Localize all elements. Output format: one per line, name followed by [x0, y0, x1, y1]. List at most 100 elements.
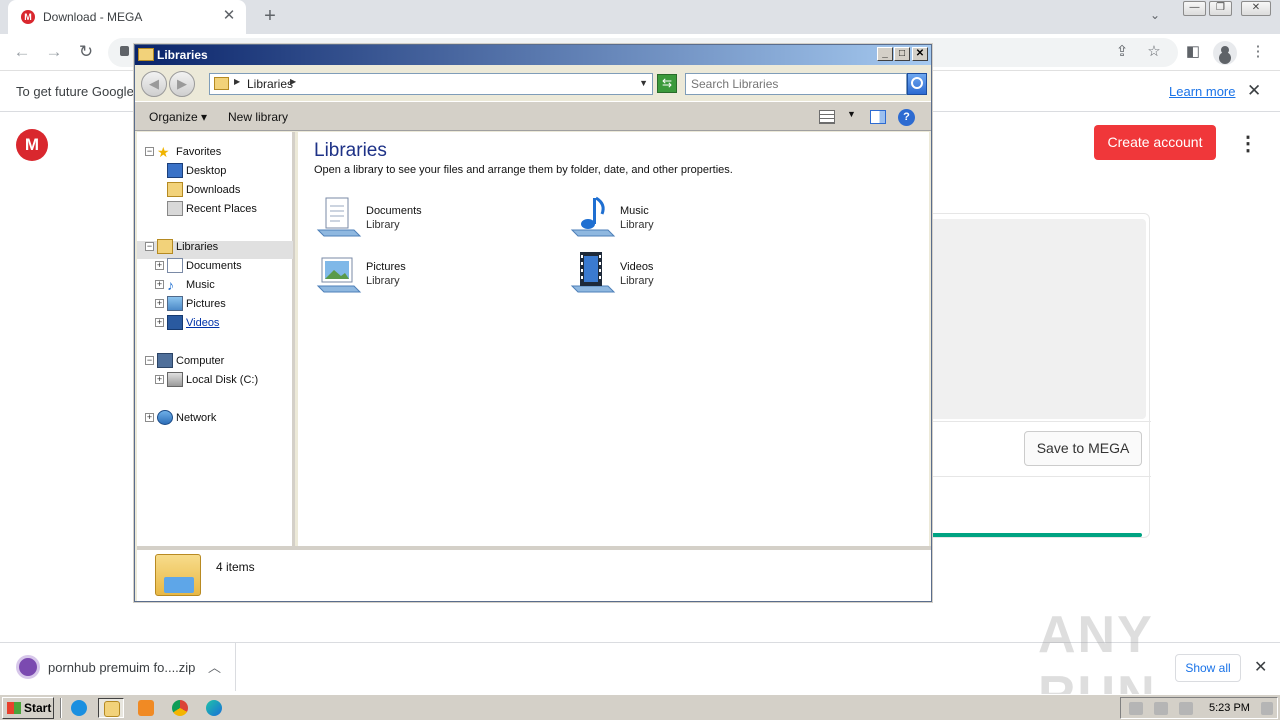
navigation-pane: − ★ Favorites Desktop Downloads Recent P… [137, 132, 295, 546]
download-item[interactable]: pornhub premuim fo....zip ︿ [4, 643, 236, 691]
taskbar-media-player[interactable] [133, 698, 159, 718]
minimize-button[interactable]: — [1183, 1, 1206, 16]
taskbar-ie[interactable] [66, 698, 92, 718]
side-panel-icon[interactable]: ◧ [1183, 42, 1203, 62]
mega-favicon-icon: M [21, 10, 35, 24]
library-documents[interactable]: Documents Library [314, 194, 514, 244]
expand-icon[interactable]: + [145, 413, 154, 422]
more-options-icon[interactable]: ⋮ [1238, 132, 1258, 156]
mega-logo[interactable]: M [16, 129, 48, 161]
system-tray: 5:23 PM [1120, 697, 1278, 719]
chrome-icon [172, 700, 188, 716]
address-value[interactable]: Libraries [247, 77, 293, 91]
address-row: ◀ ▶ ▶ Libraries ▶ ▼ ⇆ [135, 65, 931, 101]
infobar-text: To get future Google [16, 84, 134, 99]
breadcrumb-dropdown-icon[interactable]: ▶ [290, 77, 296, 86]
videos-library-icon [570, 252, 616, 293]
taskbar: Start 5:23 PM [0, 694, 1280, 720]
explorer-title-bar[interactable]: Libraries _ □ ✕ [135, 45, 931, 65]
library-type: Library [366, 275, 400, 287]
divider [901, 421, 1151, 422]
create-account-button[interactable]: Create account [1094, 125, 1216, 160]
recent-places-icon [167, 201, 183, 216]
address-history-dropdown-icon[interactable]: ▼ [639, 78, 648, 88]
breadcrumb-arrow-icon[interactable]: ▶ [234, 77, 240, 86]
profile-avatar-icon[interactable] [1213, 41, 1237, 65]
library-music[interactable]: Music Library [568, 194, 768, 244]
library-type: Library [366, 219, 400, 231]
nav-computer-label: Computer [176, 355, 225, 367]
nav-network-label: Network [176, 412, 217, 424]
reload-icon[interactable]: ↻ [74, 41, 98, 63]
expand-icon[interactable]: + [155, 375, 164, 384]
start-button[interactable]: Start [2, 697, 54, 719]
view-dropdown-icon[interactable]: ▼ [847, 109, 856, 119]
tab-search-chevron-icon[interactable]: ⌄ [1150, 8, 1160, 22]
share-icon[interactable]: ⇪ [1112, 42, 1132, 62]
save-to-mega-button[interactable]: Save to MEGA [1024, 431, 1142, 466]
forward-arrow-icon[interactable]: → [42, 41, 66, 63]
library-pictures[interactable]: Pictures Library [314, 250, 514, 300]
expand-icon[interactable]: + [155, 280, 164, 289]
network-icon [157, 410, 173, 425]
learn-more-link[interactable]: Learn more [1169, 84, 1235, 99]
browser-tab[interactable]: M Download - MEGA ✕ [8, 0, 246, 34]
desktop-icon [167, 163, 183, 178]
search-input[interactable] [686, 74, 906, 94]
organize-menu[interactable]: Organize ▾ [149, 110, 207, 124]
download-progress-bar [920, 533, 1142, 537]
chrome-menu-icon[interactable]: ⋮ [1248, 42, 1268, 62]
volume-icon[interactable] [1129, 702, 1143, 715]
change-view-icon[interactable] [819, 110, 835, 124]
library-videos[interactable]: Videos Library [568, 250, 768, 300]
pictures-library-icon [316, 257, 362, 293]
flag-notification-icon[interactable] [1179, 702, 1193, 715]
restore-button[interactable]: ❐ [1209, 1, 1232, 16]
music-library-icon [570, 196, 616, 237]
collapse-icon[interactable]: − [145, 242, 154, 251]
collapse-icon[interactable]: − [145, 356, 154, 365]
start-label: Start [24, 701, 52, 715]
expand-icon[interactable]: + [155, 318, 164, 327]
preview-pane-icon[interactable] [870, 110, 886, 124]
show-desktop-icon[interactable] [1261, 702, 1273, 715]
library-name: Documents [366, 205, 422, 217]
collapse-icon[interactable]: − [145, 147, 154, 156]
taskbar-chrome[interactable] [167, 698, 193, 718]
explorer-address-bar[interactable]: ▶ Libraries ▶ ▼ [209, 73, 653, 95]
explorer-close-button[interactable]: ✕ [912, 47, 928, 61]
tab-title: Download - MEGA [43, 10, 143, 24]
search-icon[interactable] [907, 73, 927, 95]
item-count: 4 items [216, 560, 255, 574]
help-icon[interactable]: ? [898, 109, 915, 126]
taskbar-explorer[interactable] [98, 698, 124, 718]
downloads-folder-icon [167, 182, 183, 197]
expand-icon[interactable]: + [155, 261, 164, 270]
local-disk-icon [167, 372, 183, 387]
clock[interactable]: 5:23 PM [1209, 702, 1250, 714]
explorer-minimize-button[interactable]: _ [877, 47, 893, 61]
taskbar-edge[interactable] [201, 698, 227, 718]
internet-explorer-icon [71, 700, 87, 716]
library-name: Pictures [366, 261, 406, 273]
page-title: Libraries [314, 140, 387, 161]
close-window-button[interactable]: ✕ [1241, 1, 1271, 16]
refresh-icon[interactable]: ⇆ [657, 74, 677, 93]
new-tab-button[interactable]: + [258, 4, 282, 28]
organize-label: Organize [149, 110, 198, 124]
infobar-close-icon[interactable]: ✕ [1247, 81, 1261, 101]
divider [901, 476, 1151, 477]
back-arrow-icon[interactable]: ← [10, 41, 34, 63]
nav-recent-places-label: Recent Places [186, 203, 257, 215]
explorer-maximize-button[interactable]: □ [894, 47, 910, 61]
expand-icon[interactable]: + [155, 299, 164, 308]
network-tray-icon[interactable] [1154, 702, 1168, 715]
search-box[interactable] [685, 73, 907, 95]
chevron-up-icon[interactable]: ︿ [208, 657, 221, 676]
music-note-icon: ♪ [167, 277, 174, 293]
back-icon[interactable]: ◀ [141, 71, 167, 97]
new-library-button[interactable]: New library [228, 110, 288, 124]
forward-icon[interactable]: ▶ [169, 71, 195, 97]
tab-close-icon[interactable]: ✕ [220, 7, 238, 25]
bookmark-star-icon[interactable]: ☆ [1144, 42, 1164, 62]
